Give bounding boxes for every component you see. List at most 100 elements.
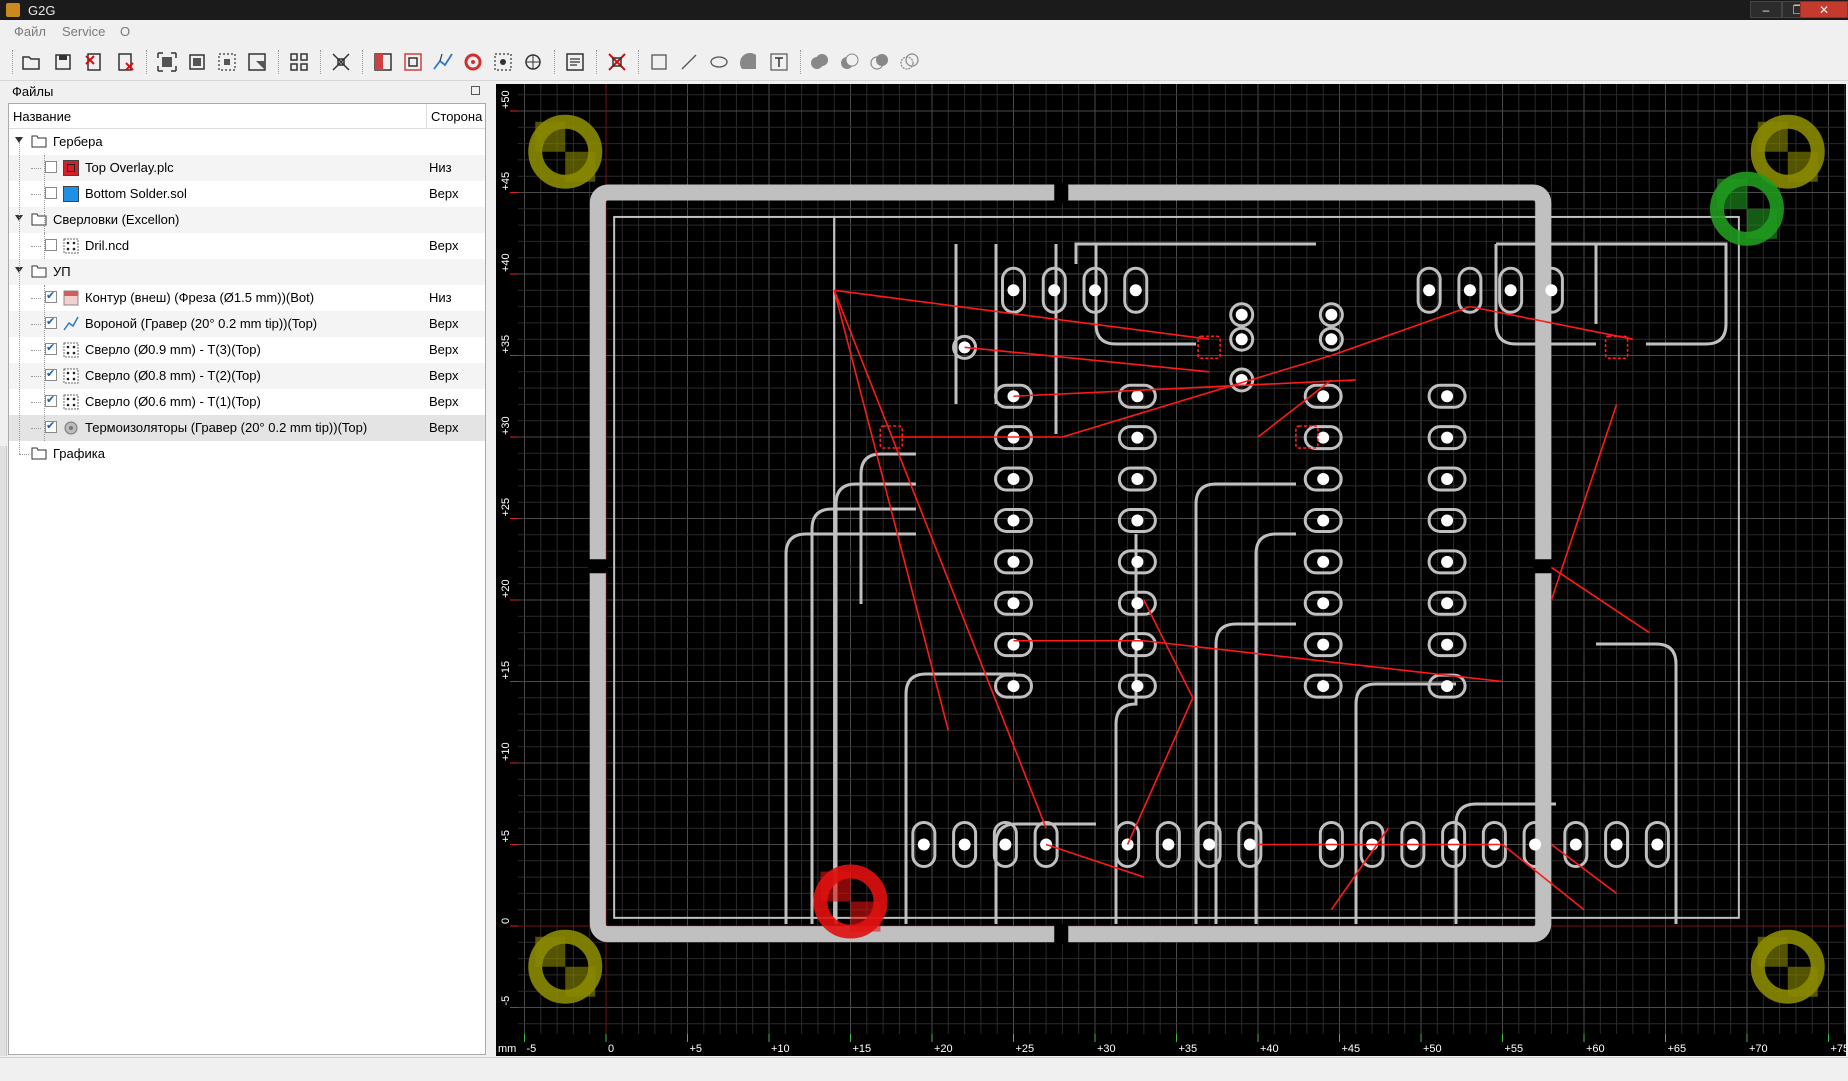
trace — [1596, 642, 1678, 924]
tree-file-row[interactable]: Контур (внеш) (Фреза (Ø1.5 mm))(Bot) Низ — [9, 285, 485, 311]
drill-hole — [1317, 473, 1330, 486]
fiducial-marker-quad — [565, 966, 596, 997]
menu-service[interactable]: Service — [62, 24, 105, 39]
close-button[interactable]: ✕ — [1800, 1, 1848, 18]
group-icon[interactable] — [288, 51, 310, 73]
tree-file-row[interactable]: Сверло (Ø0.6 mm) - T(1)(Top) Верх — [9, 389, 485, 415]
home-marker-quad — [1747, 208, 1777, 239]
thermal-icon[interactable] — [462, 51, 484, 73]
drill-hole — [1441, 473, 1454, 486]
file-label: Сверло (Ø0.8 mm) - T(2)(Top) — [85, 368, 261, 383]
fiducial-marker-quad — [535, 936, 566, 967]
x-tick-label: +70 — [1749, 1043, 1768, 1055]
bridge-gap — [1533, 559, 1554, 574]
drill-toolpath-icon — [63, 394, 79, 410]
drill-hole — [1441, 514, 1454, 527]
tree-file-row[interactable]: Вороной (Гравер (20° 0.2 mm tip))(Top) Ве… — [9, 311, 485, 337]
drill-icon[interactable] — [492, 51, 514, 73]
tree-folder[interactable]: Графика — [9, 441, 485, 467]
fiducial-marker-quad — [1787, 966, 1818, 997]
ellipse-icon[interactable] — [708, 51, 730, 73]
drill-hole — [1007, 555, 1020, 568]
tree-file-row[interactable]: Сверло (Ø0.9 mm) - T(3)(Top) Верх — [9, 337, 485, 363]
drill-hole — [1441, 555, 1454, 568]
tree-folder[interactable]: УП — [9, 259, 485, 285]
visibility-checkbox[interactable] — [45, 315, 57, 329]
file-tree[interactable]: Название Сторона Гербера Top Overlay.plc Н… — [8, 103, 486, 1055]
visibility-checkbox[interactable] — [45, 419, 57, 433]
pocket-icon[interactable] — [372, 51, 394, 73]
file-side: Верх — [429, 368, 459, 383]
xor-icon[interactable] — [898, 51, 920, 73]
file-label: Top Overlay.plc — [85, 160, 174, 175]
x-tick-label: +75 — [1831, 1043, 1847, 1055]
menu-file[interactable]: Файл — [14, 24, 46, 39]
difference-icon[interactable] — [838, 51, 860, 73]
gcode-icon[interactable] — [564, 51, 586, 73]
zoom-to-icon[interactable] — [186, 51, 208, 73]
drill-hole — [1007, 597, 1020, 610]
close-all-icon[interactable] — [114, 51, 136, 73]
visibility-checkbox[interactable] — [45, 239, 57, 251]
tree-file-row[interactable]: Сверло (Ø0.8 mm) - T(2)(Top) Верх — [9, 363, 485, 389]
tree-file-row[interactable]: Термоизоляторы (Гравер (20° 0.2 mm tip))… — [9, 415, 485, 441]
rect-icon[interactable] — [648, 51, 670, 73]
unit-label: mm — [498, 1043, 516, 1055]
folder-label: УП — [53, 264, 71, 279]
union-icon[interactable] — [808, 51, 830, 73]
ungroup-icon[interactable] — [330, 51, 352, 73]
x-tick-label: 0 — [608, 1043, 614, 1055]
drill-hole — [1131, 555, 1144, 568]
drill-hole — [1504, 284, 1517, 297]
file-side: Низ — [429, 290, 452, 305]
menu-o[interactable]: O — [120, 24, 130, 39]
save-icon[interactable] — [52, 51, 74, 73]
point-icon[interactable] — [606, 51, 628, 73]
text-icon[interactable] — [768, 51, 790, 73]
status-bar — [0, 1057, 1848, 1081]
thermal-toolpath-icon — [63, 420, 79, 436]
line-icon[interactable] — [678, 51, 700, 73]
drill-hole — [1007, 514, 1020, 527]
zoom-all-icon[interactable] — [246, 51, 268, 73]
pcb-canvas[interactable]: -5 0 +5 +10 +15 +20 +25 +30 +35 +40 +45 +50 +55 +60 +6… — [496, 84, 1848, 1056]
visibility-checkbox[interactable] — [45, 161, 57, 173]
visibility-checkbox[interactable] — [45, 289, 57, 303]
drill-hole — [1441, 638, 1454, 651]
bridge-gap — [1054, 182, 1069, 203]
y-tick-label: +5 — [500, 830, 512, 843]
arc-icon[interactable] — [738, 51, 760, 73]
tree-folder[interactable]: Сверловки (Excellon) — [9, 207, 485, 233]
y-tick-label: +45 — [500, 172, 512, 191]
column-name-header[interactable]: Название — [13, 109, 71, 124]
minimize-button[interactable]: – — [1750, 1, 1782, 18]
profile-icon[interactable] — [402, 51, 424, 73]
file-label: Сверло (Ø0.9 mm) - T(3)(Top) — [85, 342, 261, 357]
y-tick-label: -5 — [500, 996, 512, 1006]
zoom-fit-icon[interactable] — [156, 51, 178, 73]
tree-file-row[interactable]: Top Overlay.plc Низ — [9, 155, 485, 181]
close-file-icon[interactable] — [83, 51, 105, 73]
tree-folder[interactable]: Гербера — [9, 129, 485, 155]
cut-icon[interactable] — [522, 51, 544, 73]
float-panel-icon[interactable] — [471, 86, 480, 95]
tree-file-row[interactable]: Dril.ncd Верх — [9, 233, 485, 259]
y-ruler — [496, 84, 518, 1056]
zoom-select-icon[interactable] — [216, 51, 238, 73]
visibility-checkbox[interactable] — [45, 393, 57, 407]
intersect-icon[interactable] — [868, 51, 890, 73]
gerber-blue-icon — [63, 186, 79, 202]
drill-hole — [1243, 838, 1256, 851]
visibility-checkbox[interactable] — [45, 341, 57, 355]
x-tick-label: +20 — [934, 1043, 953, 1055]
visibility-checkbox[interactable] — [45, 187, 57, 199]
column-side-header[interactable]: Сторона — [431, 109, 482, 124]
visibility-checkbox[interactable] — [45, 367, 57, 381]
pcb-view[interactable]: -5 0 +5 +10 +15 +20 +25 +30 +35 +40 +45 +50 +55 +60 +6… — [496, 84, 1848, 1056]
x-tick-label: +25 — [1016, 1043, 1035, 1055]
voronoi-icon[interactable] — [432, 51, 454, 73]
drill-hole — [1463, 284, 1476, 297]
tree-file-row[interactable]: Bottom Solder.sol Верх — [9, 181, 485, 207]
open-icon[interactable] — [20, 51, 42, 73]
x-tick-label: +40 — [1260, 1043, 1279, 1055]
